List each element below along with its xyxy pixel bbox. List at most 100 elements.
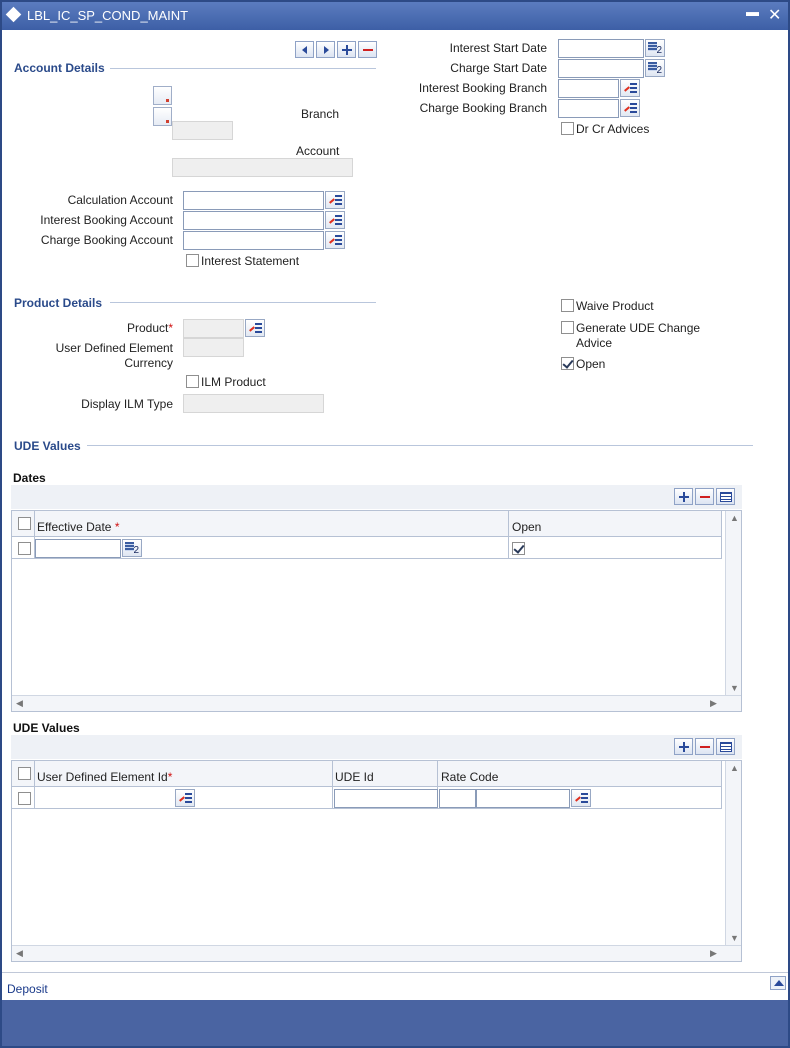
dates-add-row-button[interactable]: [674, 488, 693, 505]
ude-values-vertical-scrollbar[interactable]: ▲ ▼: [725, 761, 741, 945]
add-record-button[interactable]: [337, 41, 356, 58]
collapse-footer-button[interactable]: [770, 976, 786, 990]
branch-label: Branch: [301, 107, 340, 121]
minimize-button[interactable]: ▬: [746, 4, 759, 19]
ude-currency-label-line1: User Defined Element: [55, 341, 173, 355]
section-divider: [110, 68, 376, 69]
dates-delete-row-button[interactable]: [695, 488, 714, 505]
account-details-title: Account Details: [14, 61, 105, 75]
delete-record-button[interactable]: [358, 41, 377, 58]
interest-booking-account-lov-button[interactable]: [325, 211, 345, 229]
arrow-right-icon: [324, 46, 329, 54]
dates-single-view-button[interactable]: [716, 488, 735, 505]
interest-start-date-label: Interest Start Date: [449, 41, 547, 55]
interest-start-date-calendar-button[interactable]: 2: [645, 39, 665, 57]
generate-ude-label-line1: Generate UDE Change: [576, 321, 701, 335]
ude-select-all-checkbox[interactable]: [18, 767, 31, 780]
charge-booking-account-input[interactable]: [183, 231, 324, 250]
scroll-up-icon: ▲: [730, 763, 739, 773]
dr-cr-advices-label: Dr Cr Advices: [576, 122, 650, 136]
display-ilm-type-label: Display ILM Type: [81, 397, 173, 411]
required-marker: *: [168, 321, 173, 335]
open-checkbox[interactable]: [561, 357, 574, 370]
charge-start-date-label: Charge Start Date: [450, 61, 547, 75]
generate-ude-change-advice-checkbox[interactable]: [561, 321, 574, 334]
calculation-account-lov-button[interactable]: [325, 191, 345, 209]
ilm-product-checkbox[interactable]: [186, 375, 199, 388]
dates-horizontal-scrollbar[interactable]: ◀ ▶: [12, 695, 741, 711]
display-ilm-type-field[interactable]: [183, 394, 324, 413]
deposit-link[interactable]: Deposit: [7, 982, 48, 996]
title-bar: LBL_IC_SP_COND_MAINT ▬ ✕: [2, 2, 788, 30]
ilm-product-label: ILM Product: [201, 375, 266, 389]
ude-currency-field[interactable]: [183, 338, 244, 357]
interest-booking-branch-lov-button[interactable]: [620, 79, 640, 97]
ude-values-horizontal-scrollbar[interactable]: ◀ ▶: [12, 945, 741, 961]
calculation-account-input[interactable]: [183, 191, 324, 210]
product-label: Product*: [126, 321, 173, 335]
ude-element-id-lov-button[interactable]: [175, 789, 195, 807]
dr-cr-advices-checkbox[interactable]: [561, 122, 574, 135]
charge-booking-branch-lov-button[interactable]: [620, 99, 640, 117]
required-marker: *: [114, 520, 120, 534]
dates-select-all-checkbox[interactable]: [18, 517, 31, 530]
interest-statement-checkbox[interactable]: [186, 254, 199, 267]
open-column-header: Open: [512, 520, 542, 534]
charge-start-date-input[interactable]: [558, 59, 644, 78]
interest-start-date-input[interactable]: [558, 39, 644, 58]
rate-code-input[interactable]: [476, 789, 570, 808]
ude-id-input[interactable]: [334, 789, 438, 808]
dates-title: Dates: [13, 471, 46, 485]
scroll-left-icon: ◀: [16, 698, 23, 708]
rate-code-lov-button[interactable]: [571, 789, 591, 807]
rate-code-header: Rate Code: [441, 770, 499, 784]
dates-vertical-scrollbar[interactable]: ▲ ▼: [725, 511, 741, 695]
open-label: Open: [576, 357, 606, 371]
effective-date-calendar-button[interactable]: 2: [122, 539, 142, 557]
user-defined-element-id-header: User Defined Element Id*: [37, 770, 173, 784]
ude-values-grid: User Defined Element Id* UDE Id Rate Cod…: [11, 760, 742, 962]
ude-values-title: UDE Values: [14, 439, 81, 453]
product-lov-button[interactable]: [245, 319, 265, 337]
interest-statement-label: Interest Statement: [201, 254, 300, 268]
window-title: LBL_IC_SP_COND_MAINT: [27, 8, 189, 23]
ude-values-add-row-button[interactable]: [674, 738, 693, 755]
minus-icon: [700, 746, 710, 748]
scroll-left-icon: ◀: [16, 948, 23, 958]
scroll-down-icon: ▼: [730, 933, 739, 943]
account-field[interactable]: [172, 158, 353, 177]
close-button[interactable]: ✕: [768, 5, 781, 25]
branch-field[interactable]: [172, 121, 233, 140]
product-details-title: Product Details: [14, 296, 103, 310]
chevron-up-icon: [774, 980, 784, 986]
next-record-button[interactable]: [316, 41, 335, 58]
scroll-right-icon: ▶: [710, 698, 717, 708]
interest-booking-branch-input[interactable]: [558, 79, 619, 98]
grid-view-icon: [720, 742, 732, 752]
ude-values-delete-row-button[interactable]: [695, 738, 714, 755]
app-diamond-icon: [5, 6, 22, 23]
charge-booking-account-lov-button[interactable]: [325, 231, 345, 249]
charge-start-date-calendar-button[interactable]: 2: [645, 59, 665, 77]
interest-booking-account-input[interactable]: [183, 211, 324, 230]
generate-ude-label-line2: Advice: [576, 336, 613, 350]
waive-product-checkbox[interactable]: [561, 299, 574, 312]
charge-booking-branch-label: Charge Booking Branch: [419, 101, 547, 115]
branch-lookup-button[interactable]: [153, 86, 172, 105]
charge-booking-branch-input[interactable]: [558, 99, 619, 118]
row-select-checkbox[interactable]: [18, 542, 31, 555]
ude-id-header: UDE Id: [335, 770, 374, 784]
interest-booking-branch-label: Interest Booking Branch: [418, 81, 547, 95]
product-input[interactable]: [183, 319, 244, 338]
scroll-up-icon: ▲: [730, 513, 739, 523]
effective-date-input[interactable]: [35, 539, 121, 558]
ude-values-single-view-button[interactable]: [716, 738, 735, 755]
rate-code-prefix-input[interactable]: [439, 789, 476, 808]
arrow-left-icon: [302, 46, 307, 54]
grid-view-icon: [720, 492, 732, 502]
previous-record-button[interactable]: [295, 41, 314, 58]
row-select-checkbox[interactable]: [18, 792, 31, 805]
row-open-checkbox[interactable]: [512, 542, 525, 555]
ude-values-grid-title: UDE Values: [13, 721, 80, 735]
account-lookup-button[interactable]: [153, 107, 172, 126]
